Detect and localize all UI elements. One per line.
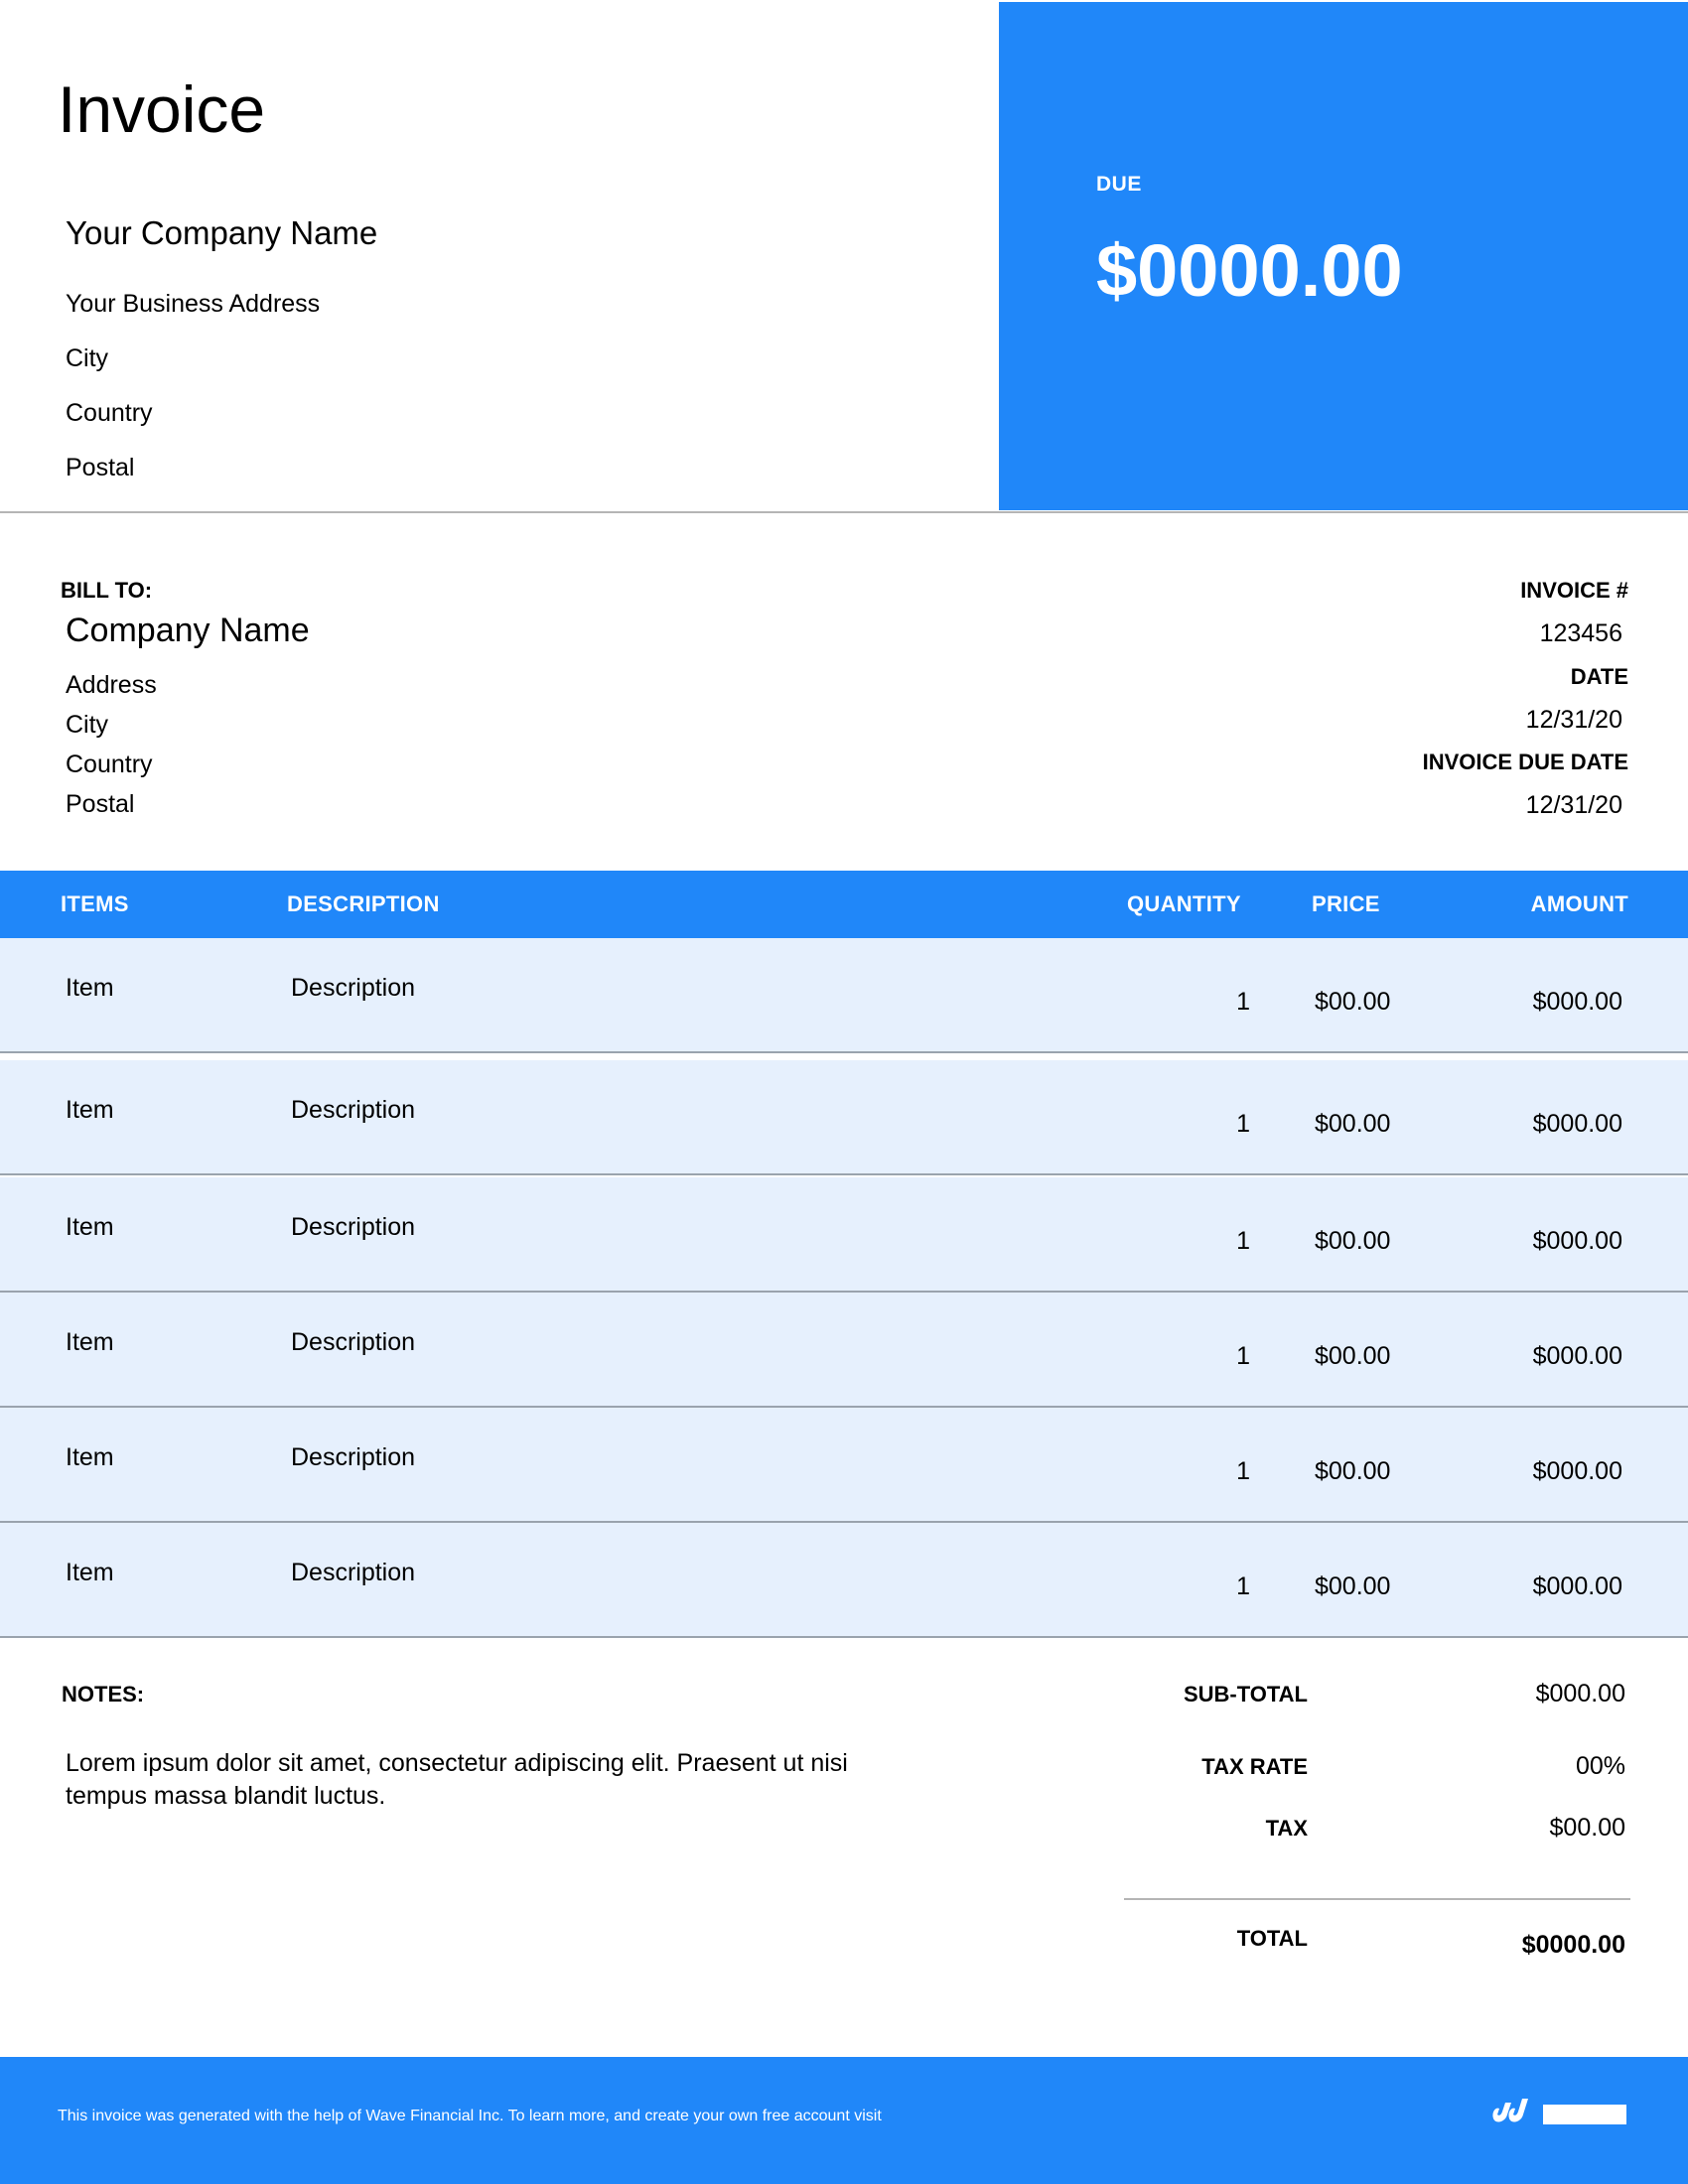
invoice-number-label: INVOICE # <box>1520 578 1628 603</box>
row-item: Item <box>66 1328 114 1356</box>
tax-value: $00.00 <box>1549 1814 1625 1842</box>
notes-label: NOTES: <box>62 1682 145 1706</box>
row-item: Item <box>66 1213 114 1241</box>
subtotal-value: $000.00 <box>1535 1680 1625 1707</box>
column-header-description: DESCRIPTION <box>287 891 440 916</box>
date-label: DATE <box>1570 664 1628 689</box>
sender-address: Your Business Address <box>66 290 321 318</box>
row-quantity: 1 <box>1236 1342 1250 1370</box>
row-quantity: 1 <box>1236 988 1250 1016</box>
column-header-quantity: QUANTITY <box>1127 891 1241 916</box>
client-city: City <box>66 711 109 739</box>
notes-text: Lorem ipsum dolor sit amet, consectetur … <box>66 1749 848 1810</box>
due-amount: $0000.00 <box>1096 229 1403 312</box>
row-amount: $000.00 <box>1532 1457 1622 1485</box>
row-description: Description <box>291 1096 416 1124</box>
table-row: Item Description 1 $00.00 $000.00 <box>0 1523 1688 1638</box>
row-item: Item <box>66 1443 114 1471</box>
table-row: Item Description 1 $00.00 $000.00 <box>0 1177 1688 1293</box>
row-price: $00.00 <box>1315 1572 1391 1600</box>
row-price: $00.00 <box>1315 1342 1391 1370</box>
row-item: Item <box>66 1559 114 1586</box>
row-price: $00.00 <box>1315 988 1391 1016</box>
row-price: $00.00 <box>1315 1110 1391 1138</box>
table-row: Item Description 1 $00.00 $000.00 <box>0 938 1688 1053</box>
table-row: Item Description 1 $00.00 $000.00 <box>0 1293 1688 1408</box>
tax-rate-label: TAX RATE <box>1201 1754 1308 1779</box>
row-quantity: 1 <box>1236 1457 1250 1485</box>
row-quantity: 1 <box>1236 1227 1250 1255</box>
row-quantity: 1 <box>1236 1110 1250 1138</box>
column-header-amount: AMOUNT <box>1530 891 1628 916</box>
column-header-items: ITEMS <box>61 891 129 916</box>
wave-logo-icon <box>1492 2099 1626 2124</box>
row-description: Description <box>291 1443 416 1471</box>
row-description: Description <box>291 1559 416 1586</box>
invoice-date: 12/31/20 <box>1525 706 1622 734</box>
client-company-name: Company Name <box>66 612 310 649</box>
subtotal-label: SUB-TOTAL <box>1183 1682 1308 1706</box>
sender-country: Country <box>66 399 153 427</box>
table-header-bar <box>0 871 1688 938</box>
sender-postal: Postal <box>66 454 135 481</box>
row-price: $00.00 <box>1315 1457 1391 1485</box>
total-value: $0000.00 <box>1521 1931 1625 1959</box>
row-amount: $000.00 <box>1532 1342 1622 1370</box>
row-amount: $000.00 <box>1532 1227 1622 1255</box>
invoice-due-date: 12/31/20 <box>1525 791 1622 819</box>
row-description: Description <box>291 1213 416 1241</box>
row-description: Description <box>291 1328 416 1356</box>
client-country: Country <box>66 751 153 778</box>
total-label: TOTAL <box>1236 1926 1308 1951</box>
table-row: Item Description 1 $00.00 $000.00 <box>0 1060 1688 1175</box>
footer-text: This invoice was generated with the help… <box>58 2108 882 2124</box>
sender-company-name: Your Company Name <box>66 214 378 251</box>
row-item: Item <box>66 1096 114 1124</box>
row-amount: $000.00 <box>1532 1572 1622 1600</box>
sender-city: City <box>66 344 109 372</box>
invoice-number: 123456 <box>1539 619 1622 647</box>
table-row: Item Description 1 $00.00 $000.00 <box>0 1408 1688 1523</box>
client-postal: Postal <box>66 790 135 818</box>
row-amount: $000.00 <box>1532 988 1622 1016</box>
header-divider <box>0 511 1688 513</box>
tax-rate-value: 00% <box>1575 1752 1625 1780</box>
row-description: Description <box>291 974 416 1002</box>
totals-divider <box>1124 1898 1630 1900</box>
row-quantity: 1 <box>1236 1572 1250 1600</box>
row-item: Item <box>66 974 114 1002</box>
invoice-title: Invoice <box>58 72 266 146</box>
row-price: $00.00 <box>1315 1227 1391 1255</box>
bill-to-label: BILL TO: <box>61 578 153 603</box>
due-date-label: INVOICE DUE DATE <box>1422 750 1628 774</box>
column-header-price: PRICE <box>1312 891 1380 916</box>
client-address: Address <box>66 671 157 699</box>
tax-label: TAX <box>1265 1816 1308 1841</box>
row-amount: $000.00 <box>1532 1110 1622 1138</box>
due-label: DUE <box>1096 173 1142 196</box>
